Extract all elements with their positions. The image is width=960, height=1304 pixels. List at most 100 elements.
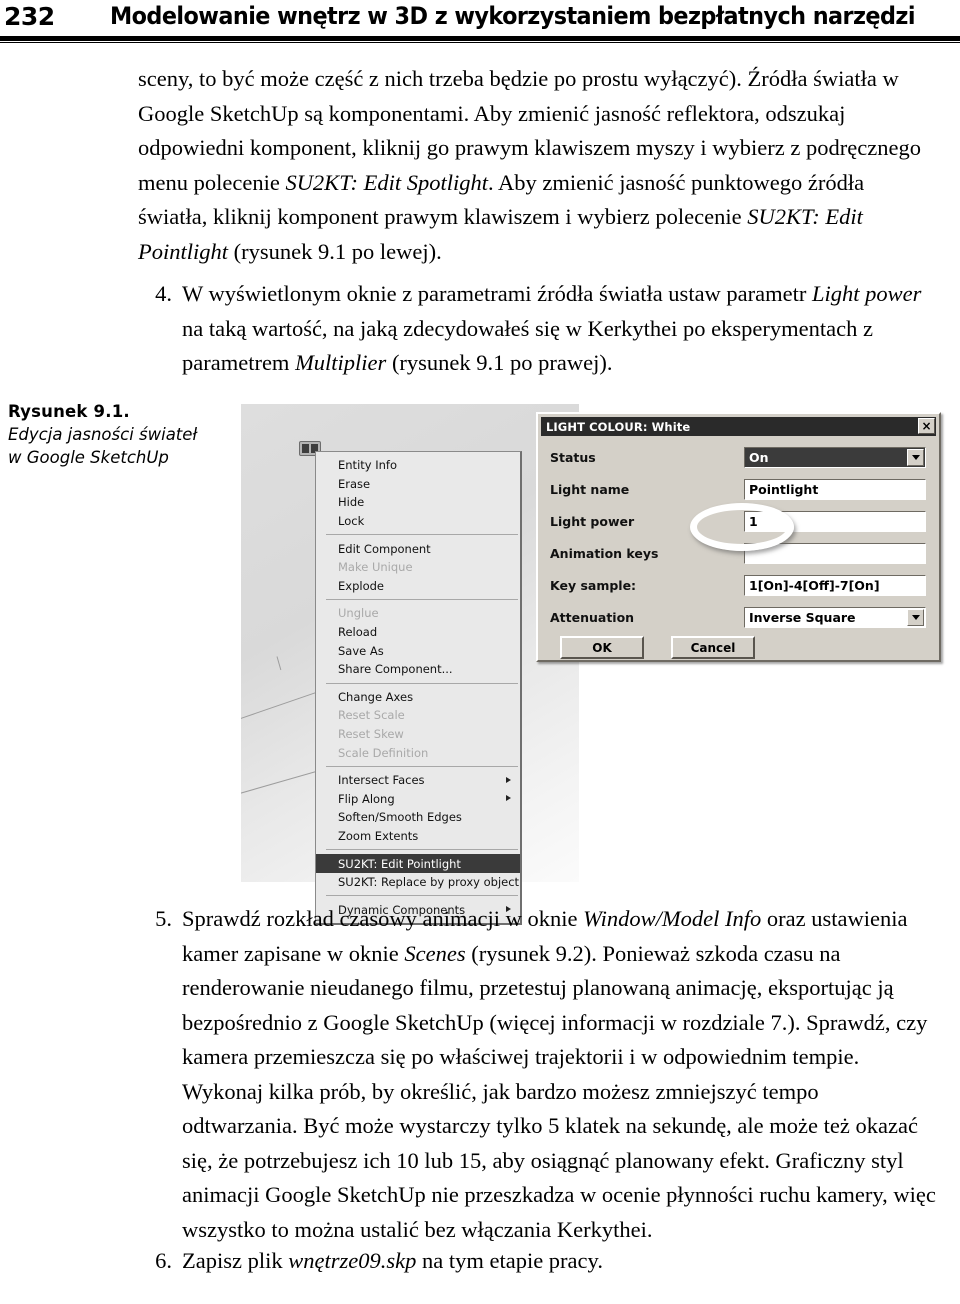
- list-item-4: 4. W wyświetlonym oknie z parametrami źr…: [138, 277, 938, 381]
- intro-paragraph: sceny, to być może część z nich trzeba b…: [138, 62, 938, 269]
- viewport-axis-line: [276, 656, 282, 671]
- context-menu-item-label: Lock: [338, 514, 365, 529]
- dialog-titlebar: LIGHT COLOUR: White ×: [541, 417, 936, 436]
- context-menu-item-label: Explode: [338, 578, 384, 593]
- list-item-5: 5. Sprawdź rozkład czasowy animacji w ok…: [138, 902, 938, 1247]
- light-name-value: Pointlight: [749, 481, 819, 497]
- menu-separator: [326, 765, 518, 767]
- context-menu-item-label: Entity Info: [338, 458, 397, 473]
- key-sample-input[interactable]: 1[On]-4[Off]-7[On]: [744, 574, 926, 596]
- context-menu-item[interactable]: Share Component...: [316, 660, 520, 679]
- header-rule: [0, 36, 960, 43]
- list-item-6-number: 6.: [155, 1248, 172, 1273]
- attenuation-value: Inverse Square: [749, 609, 856, 625]
- close-icon[interactable]: ×: [918, 418, 935, 434]
- item4-text-3: (rysunek 9.1 po prawej).: [386, 350, 613, 375]
- dialog-title: LIGHT COLOUR: White: [546, 419, 691, 434]
- context-menu-item[interactable]: Zoom Extents: [316, 827, 520, 846]
- light-power-input[interactable]: 1: [744, 510, 926, 532]
- running-head: 232 Modelowanie wnętrz w 3D z wykorzysta…: [0, 0, 960, 44]
- context-menu-item-label: Zoom Extents: [338, 828, 419, 843]
- status-value: On: [749, 449, 769, 465]
- cancel-button[interactable]: Cancel: [671, 636, 755, 659]
- context-menu[interactable]: Entity Info Erase Hide Lock Edit Component Ma…: [315, 451, 522, 926]
- context-menu-item[interactable]: Soften/Smooth Edges: [316, 808, 520, 827]
- context-menu-item-label: Intersect Faces: [338, 773, 425, 788]
- menu-separator: [326, 849, 518, 851]
- animation-keys-label: Animation keys: [550, 545, 659, 561]
- context-menu-item-label: SU2KT: Edit Pointlight: [338, 856, 461, 871]
- figure-caption-line1: Edycja jasności świateł: [8, 425, 198, 444]
- context-menu-item-label: Make Unique: [338, 560, 413, 575]
- context-menu-item[interactable]: Reload: [316, 623, 520, 642]
- context-menu-item-label: Share Component...: [338, 662, 453, 677]
- status-dropdown[interactable]: On: [744, 446, 926, 468]
- context-menu-item-label: Reset Skew: [338, 727, 404, 742]
- item4-text-1: W wyświetlonym oknie z parametrami źródł…: [182, 281, 812, 306]
- menu-separator: [326, 534, 518, 536]
- context-menu-item-label: Unglue: [338, 606, 379, 621]
- context-menu-item[interactable]: Lock: [316, 512, 520, 531]
- context-menu-item-label: Reload: [338, 625, 378, 640]
- light-power-label: Light power: [550, 513, 635, 529]
- context-menu-item[interactable]: Intersect Faces: [316, 771, 520, 790]
- item6-text-2: na tym etapie pracy.: [416, 1248, 603, 1273]
- figure-caption-label: Rysunek 9.1.: [8, 402, 130, 421]
- context-menu-item-label: Save As: [338, 643, 384, 658]
- field-row-status: Status On: [550, 446, 926, 468]
- item6-italic-1: wnętrze09.skp: [288, 1248, 417, 1273]
- context-menu-item: Unglue: [316, 604, 520, 623]
- context-menu-item[interactable]: Entity Info: [316, 456, 520, 475]
- figure-9-1: Entity Info Erase Hide Lock Edit Component Ma…: [241, 404, 941, 926]
- context-menu-item[interactable]: SU2KT: Replace by proxy object: [316, 873, 520, 892]
- chevron-down-icon[interactable]: [907, 608, 924, 626]
- light-name-label: Light name: [550, 481, 630, 497]
- context-menu-item: Make Unique: [316, 558, 520, 577]
- attenuation-label: Attenuation: [550, 609, 635, 625]
- page-number: 232: [4, 2, 55, 31]
- context-menu-item-label: Soften/Smooth Edges: [338, 810, 462, 825]
- animation-keys-input[interactable]: [744, 542, 926, 564]
- attenuation-dropdown[interactable]: Inverse Square: [744, 606, 926, 628]
- chevron-right-icon: [506, 795, 511, 802]
- intro-italic-1: SU2KT: Edit Spotlight: [285, 169, 488, 195]
- context-menu-item-label: Reset Scale: [338, 708, 405, 723]
- light-power-value: 1: [749, 513, 758, 529]
- context-menu-item-label: Flip Along: [338, 791, 395, 806]
- ok-button[interactable]: OK: [560, 636, 644, 659]
- field-row-light-power: Light power 1: [550, 510, 926, 532]
- menu-separator: [326, 682, 518, 684]
- running-head-title: Modelowanie wnętrz w 3D z wykorzystaniem…: [110, 2, 916, 30]
- dialog-body: Status On Light name Pointlight Light po…: [538, 438, 939, 660]
- field-row-attenuation: Attenuation Inverse Square: [550, 606, 926, 628]
- item5-italic-2: Scenes: [404, 940, 466, 966]
- light-colour-dialog: LIGHT COLOUR: White × Status On Light na…: [536, 412, 941, 662]
- context-menu-item: Reset Skew: [316, 725, 520, 744]
- item4-italic-1: Light power: [812, 281, 922, 306]
- list-item-5-number: 5.: [155, 906, 172, 931]
- context-menu-item[interactable]: Save As: [316, 641, 520, 660]
- field-row-light-name: Light name Pointlight: [550, 478, 926, 500]
- key-sample-value: 1[On]-4[Off]-7[On]: [749, 577, 880, 593]
- menu-separator: [326, 599, 518, 601]
- context-menu-item[interactable]: SU2KT: Edit Pointlight: [316, 854, 520, 873]
- context-menu-item[interactable]: Flip Along: [316, 790, 520, 809]
- context-menu-item[interactable]: Change Axes: [316, 688, 520, 707]
- context-menu-item-label: Scale Definition: [338, 745, 429, 760]
- context-menu-item[interactable]: Hide: [316, 493, 520, 512]
- light-name-input[interactable]: Pointlight: [744, 478, 926, 500]
- field-row-key-sample: Key sample: 1[On]-4[Off]-7[On]: [550, 574, 926, 596]
- item5-text-1: Sprawdź rozkład czasowy animacji w oknie: [182, 906, 584, 931]
- key-sample-label: Key sample:: [550, 577, 637, 593]
- context-menu-item: Reset Scale: [316, 706, 520, 725]
- chevron-down-icon[interactable]: [907, 448, 924, 466]
- context-menu-item[interactable]: Explode: [316, 577, 520, 596]
- list-item-4-number: 4.: [155, 281, 172, 306]
- item4-italic-2: Multiplier: [295, 350, 387, 375]
- context-menu-item[interactable]: Edit Component: [316, 539, 520, 558]
- context-menu-item: Scale Definition: [316, 743, 520, 762]
- context-menu-item-label: SU2KT: Replace by proxy object: [338, 875, 520, 890]
- dialog-buttons: OK Cancel: [560, 636, 755, 659]
- context-menu-item[interactable]: Erase: [316, 475, 520, 494]
- item5-text-3: (rysunek 9.2). Ponieważ szkoda czasu na …: [182, 940, 936, 1242]
